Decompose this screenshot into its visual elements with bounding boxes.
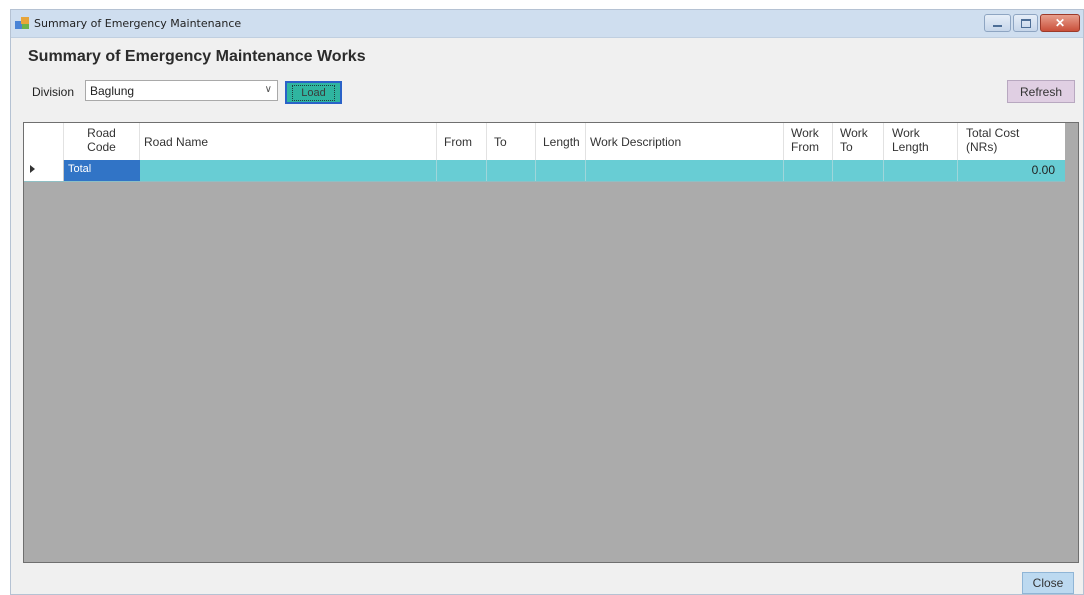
division-selected-value: Baglung <box>90 84 135 98</box>
maintenance-grid[interactable]: Road Code Road Name From To Length Work … <box>23 122 1079 563</box>
row-pointer-icon <box>30 165 35 173</box>
column-header-work-from[interactable]: Work From <box>784 123 833 160</box>
maximize-button[interactable] <box>1013 14 1038 32</box>
length-cell[interactable] <box>536 160 586 181</box>
column-header-length[interactable]: Length <box>536 123 586 160</box>
road-name-cell[interactable] <box>140 160 437 181</box>
road-code-cell[interactable]: Total <box>64 160 140 181</box>
page-title: Summary of Emergency Maintenance Works <box>28 48 366 65</box>
column-header-total-cost[interactable]: Total Cost (NRs) <box>958 123 1065 160</box>
minimize-icon <box>993 25 1002 27</box>
window-close-button[interactable]: ✕ <box>1040 14 1080 32</box>
work-description-cell[interactable] <box>586 160 784 181</box>
column-header-work-to[interactable]: Work To <box>833 123 884 160</box>
minimize-button[interactable] <box>984 14 1011 32</box>
to-cell[interactable] <box>487 160 536 181</box>
column-header-to[interactable]: To <box>487 123 536 160</box>
load-button[interactable]: Load <box>285 81 342 104</box>
row-header[interactable] <box>24 160 64 181</box>
from-cell[interactable] <box>437 160 487 181</box>
work-length-cell[interactable] <box>884 160 958 181</box>
row-header-corner <box>24 123 64 160</box>
title-bar: Summary of Emergency Maintenance ✕ <box>11 10 1083 38</box>
refresh-button[interactable]: Refresh <box>1007 80 1075 103</box>
load-button-label: Load <box>292 84 335 101</box>
column-header-road-code[interactable]: Road Code <box>64 123 140 160</box>
close-icon: ✕ <box>1054 16 1066 30</box>
window-title: Summary of Emergency Maintenance <box>34 17 242 30</box>
division-dropdown[interactable]: Baglung ∨ <box>85 80 278 101</box>
column-header-road-name[interactable]: Road Name <box>140 123 437 160</box>
work-to-cell[interactable] <box>833 160 884 181</box>
work-from-cell[interactable] <box>784 160 833 181</box>
total-cost-cell[interactable]: 0.00 <box>958 160 1065 181</box>
close-button[interactable]: Close <box>1022 572 1074 594</box>
chevron-down-icon[interactable]: ∨ <box>265 84 272 95</box>
table-row[interactable]: Total 0.00 <box>24 160 1065 182</box>
maximize-icon <box>1020 18 1031 28</box>
column-header-work-length[interactable]: Work Length <box>884 123 958 160</box>
column-header-work-description[interactable]: Work Description <box>586 123 784 160</box>
column-header-from[interactable]: From <box>437 123 487 160</box>
app-window-icon <box>15 17 29 29</box>
grid-header: Road Code Road Name From To Length Work … <box>24 123 1065 161</box>
division-label: Division <box>32 85 75 99</box>
app-window: Summary of Emergency Maintenance ✕ Summa… <box>10 9 1084 595</box>
